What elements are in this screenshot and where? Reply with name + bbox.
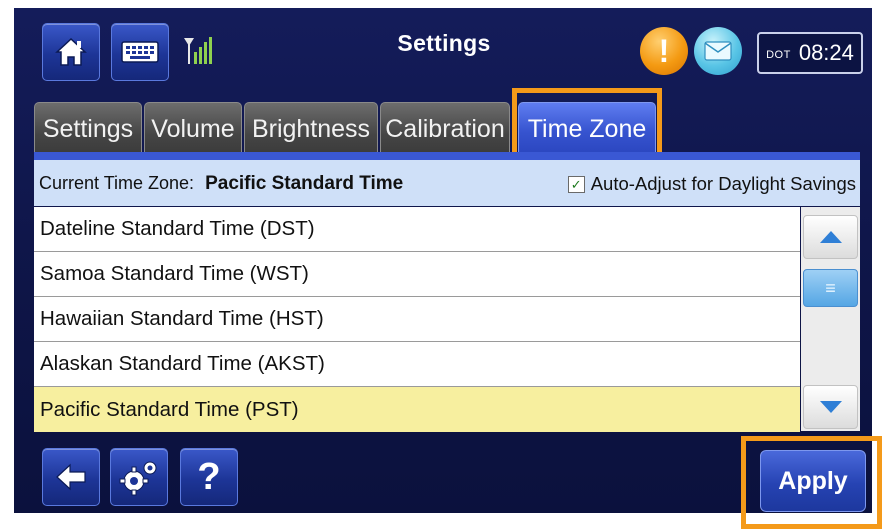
timezone-list-item[interactable]: Hawaiian Standard Time (HST): [34, 297, 800, 342]
current-timezone-label: Current Time Zone:: [39, 173, 195, 193]
keyboard-icon: [121, 41, 159, 63]
timezone-list-item[interactable]: Alaskan Standard Time (AKST): [34, 342, 800, 387]
timezone-list: Dateline Standard Time (DST) Samoa Stand…: [34, 207, 800, 432]
keyboard-button[interactable]: [111, 23, 169, 81]
tab-settings[interactable]: Settings: [34, 102, 142, 156]
arrow-up-icon: [819, 231, 842, 243]
scroll-thumb[interactable]: ≡: [803, 269, 858, 307]
scroll-down-button[interactable]: [803, 385, 858, 429]
timezone-list-item[interactable]: Dateline Standard Time (DST): [34, 207, 800, 252]
auto-adjust-checkbox[interactable]: ✓ Auto-Adjust for Daylight Savings: [567, 173, 856, 195]
timezone-list-item-selected[interactable]: Pacific Standard Time (PST): [34, 387, 800, 432]
auto-adjust-label: Auto-Adjust for Daylight Savings: [590, 173, 856, 194]
apply-highlight-outline: [741, 436, 882, 529]
settings-button[interactable]: [110, 448, 168, 506]
tab-calibration[interactable]: Calibration: [380, 102, 510, 156]
page-title: Settings: [397, 30, 491, 56]
clock-display: DOT 08:24: [757, 32, 863, 74]
scroll-up-button[interactable]: [803, 215, 858, 259]
checkbox-checked-icon[interactable]: ✓: [567, 175, 585, 193]
tab-volume[interactable]: Volume: [144, 102, 242, 156]
envelope-icon: [704, 41, 732, 61]
current-timezone: Current Time Zone: Pacific Standard Time: [39, 173, 403, 195]
alert-icon[interactable]: !: [640, 27, 688, 75]
tab-brightness[interactable]: Brightness: [244, 102, 378, 156]
back-arrow-icon: [56, 463, 86, 491]
clock-zone: DOT: [766, 49, 791, 61]
device-screen: Settings ! DOT 08:24 Settings Volume Bri…: [14, 8, 882, 529]
help-icon: ?: [197, 455, 221, 498]
signal-icon: [184, 37, 212, 64]
gears-icon: [119, 461, 157, 496]
timezone-info-bar: Current Time Zone: Pacific Standard Time…: [34, 160, 860, 206]
current-timezone-value: Pacific Standard Time: [205, 173, 404, 194]
help-button[interactable]: ?: [180, 448, 238, 506]
home-icon: [55, 37, 87, 66]
mail-icon[interactable]: [694, 27, 742, 75]
home-button[interactable]: [42, 23, 100, 81]
panel-top-bar: [34, 152, 860, 160]
back-button[interactable]: [42, 448, 100, 506]
list-scrollbar[interactable]: ≡: [801, 207, 860, 431]
timezone-list-item[interactable]: Samoa Standard Time (WST): [34, 252, 800, 297]
clock-time: 08:24: [798, 40, 854, 65]
arrow-down-icon: [819, 401, 842, 413]
